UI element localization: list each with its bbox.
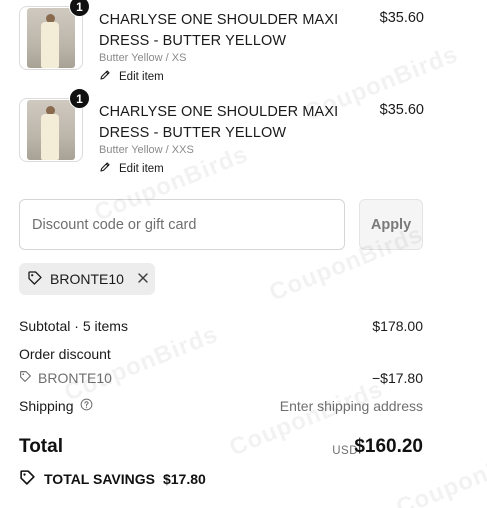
savings-value: $17.80 bbox=[162, 471, 206, 487]
shipping-label: Shipping bbox=[19, 398, 74, 414]
line-item: 1 CHARLYSE ONE SHOULDER MAXI DRESS - BUT… bbox=[19, 88, 424, 175]
total-amount: $160.20 bbox=[354, 436, 423, 457]
order-discount-row: Order discount bbox=[19, 346, 423, 362]
discount-code-label: BRONTE10 bbox=[38, 370, 112, 386]
subtotal-row: Subtotal · 5 items $178.00 bbox=[19, 318, 423, 334]
order-discount-label: Order discount bbox=[19, 346, 111, 362]
tag-icon bbox=[27, 270, 43, 289]
quantity-badge: 1 bbox=[69, 88, 90, 109]
pencil-icon bbox=[99, 69, 111, 84]
tag-icon bbox=[19, 370, 32, 386]
question-circle-icon[interactable] bbox=[80, 398, 93, 414]
product-title: CHARLYSE ONE SHOULDER MAXI DRESS - BUTTE… bbox=[99, 104, 339, 141]
subtotal-label: Subtotal · 5 items bbox=[19, 318, 128, 334]
shipping-value: Enter shipping address bbox=[279, 398, 423, 414]
quantity-badge: 1 bbox=[69, 0, 90, 17]
discount-code-line: BRONTE10 bbox=[19, 370, 112, 386]
applied-discount-chip: BRONTE10 bbox=[19, 263, 155, 295]
edit-item-label: Edit item bbox=[119, 162, 164, 175]
discount-value: −$17.80 bbox=[372, 370, 423, 386]
savings-label: TOTAL SAVINGS bbox=[44, 471, 155, 487]
edit-item-link[interactable]: Edit item bbox=[99, 69, 164, 84]
discount-code-input[interactable] bbox=[19, 199, 345, 250]
discount-code-row: BRONTE10 −$17.80 bbox=[19, 370, 423, 386]
product-variant: Butter Yellow / XXS bbox=[99, 144, 194, 156]
edit-item-label: Edit item bbox=[119, 70, 164, 83]
shipping-row: Shipping Enter shipping address bbox=[19, 398, 423, 414]
product-price: $35.60 bbox=[379, 102, 424, 118]
product-image bbox=[27, 8, 75, 68]
pencil-icon bbox=[99, 161, 111, 176]
product-price: $35.60 bbox=[379, 10, 424, 26]
close-icon bbox=[137, 271, 149, 287]
product-image bbox=[27, 100, 75, 160]
subtotal-value: $178.00 bbox=[372, 318, 423, 334]
tag-icon bbox=[19, 469, 36, 489]
line-item: 1 CHARLYSE ONE SHOULDER MAXI DRESS - BUT… bbox=[19, 0, 424, 83]
applied-code-label: BRONTE10 bbox=[50, 271, 124, 287]
edit-item-link[interactable]: Edit item bbox=[99, 161, 164, 176]
total-savings: TOTAL SAVINGS $17.80 bbox=[19, 469, 206, 489]
apply-button[interactable]: Apply bbox=[359, 199, 423, 250]
remove-code-button[interactable] bbox=[137, 271, 149, 287]
product-title: CHARLYSE ONE SHOULDER MAXI DRESS - BUTTE… bbox=[99, 12, 339, 49]
product-variant: Butter Yellow / XS bbox=[99, 52, 187, 64]
shipping-label-group: Shipping bbox=[19, 398, 93, 414]
total-label: Total bbox=[19, 436, 63, 457]
